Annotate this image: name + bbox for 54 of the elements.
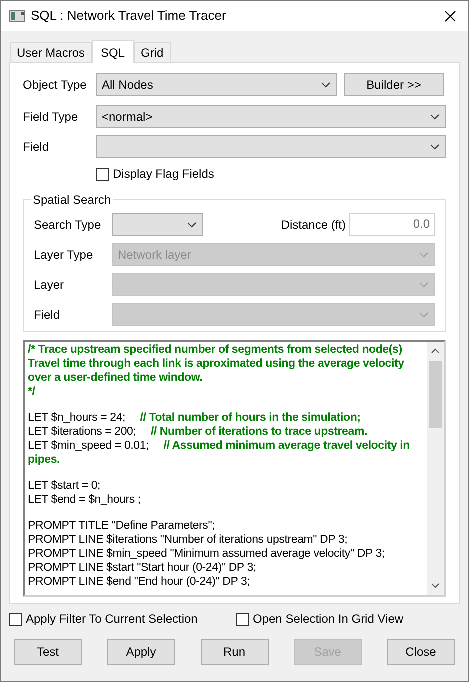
checkbox-label: Display Flag Fields: [113, 166, 214, 183]
field-label: Search Type: [34, 216, 102, 234]
code-line: PROMPT TITLE "Define Parameters";: [28, 519, 216, 533]
scroll-up-icon[interactable]: [431, 348, 440, 354]
field-label: Layer Type: [34, 246, 94, 264]
window-title: SQL : Network Travel Time Tracer: [31, 7, 228, 26]
app-icon: [9, 10, 25, 22]
checkbox[interactable]: [236, 612, 249, 626]
tab[interactable]: User Macros: [10, 42, 92, 62]
code-line: LET $end = $n_hours ;: [28, 493, 142, 507]
scroll-down-icon[interactable]: [431, 583, 440, 589]
close-icon[interactable]: [445, 10, 456, 22]
checkbox[interactable]: [96, 168, 109, 180]
scroll-thumb[interactable]: [429, 361, 442, 428]
field-label: Field: [34, 306, 62, 324]
code-line: LET $min_speed = 0.01; // Assumed minimum average travel velocity in pipes.: [28, 439, 411, 467]
code-line: LET $start = 0;: [28, 479, 102, 493]
code-line: /* Trace upstream specified number of segments from selected node(s): [28, 343, 404, 357]
sql-editor[interactable]: [23, 340, 446, 597]
dropdown[interactable]: All Nodes: [96, 73, 337, 96]
code-line: PROMPT LINE $start "Start hour (0-24)" DP 3;: [28, 561, 258, 575]
code-line: PROMPT LINE $min_speed "Minimum assumed average velocity" DP 3;: [28, 547, 386, 561]
code-line: over a user-defined time window.: [28, 371, 204, 385]
dialog-button[interactable]: Test: [14, 639, 82, 665]
tab[interactable]: SQL: [92, 40, 134, 63]
dialog-button[interactable]: Run: [200, 639, 268, 665]
checkbox-label: Apply Filter To Current Selection: [26, 611, 198, 628]
field-label: Layer: [34, 276, 66, 294]
dialog-button[interactable]: Close: [387, 639, 455, 665]
distance-input[interactable]: 0.0: [349, 213, 435, 236]
dialog-button[interactable]: Apply: [107, 639, 176, 665]
chevron-down-icon: [430, 114, 440, 120]
code-line: LET $iterations = 200; // Number of iterations to trace upstream.: [28, 425, 368, 439]
chevron-down-icon: [419, 312, 429, 318]
field-label: Distance (ft): [281, 216, 346, 234]
code-line: Travel time through each link is aproximated using the average velocity: [28, 357, 406, 371]
chevron-down-icon: [187, 222, 197, 228]
code-line: PROMPT LINE $end "End hour (0-24)" DP 3;: [28, 575, 252, 589]
checkbox[interactable]: [9, 612, 22, 626]
chevron-down-icon: [419, 252, 429, 258]
dropdown[interactable]: <normal>: [96, 105, 446, 128]
checkbox-label: Open Selection In Grid View: [253, 611, 404, 628]
builder-button[interactable]: Builder >>: [344, 73, 444, 96]
scrollbar[interactable]: [427, 342, 444, 595]
field-label: Field: [23, 138, 50, 156]
chevron-down-icon: [419, 282, 429, 288]
code-line: */: [28, 385, 36, 399]
chevron-down-icon: [430, 144, 440, 150]
code-line: PROMPT LINE $iterations "Number of iterations upstream" DP 3;: [28, 533, 349, 547]
code-line: LET $n_hours = 24; // Total number of hours in the simulation;: [28, 411, 362, 425]
field-label: Object Type: [23, 76, 88, 94]
tab[interactable]: Grid: [134, 42, 171, 62]
field-label: Field Type: [23, 108, 80, 126]
chevron-down-icon: [321, 82, 331, 88]
